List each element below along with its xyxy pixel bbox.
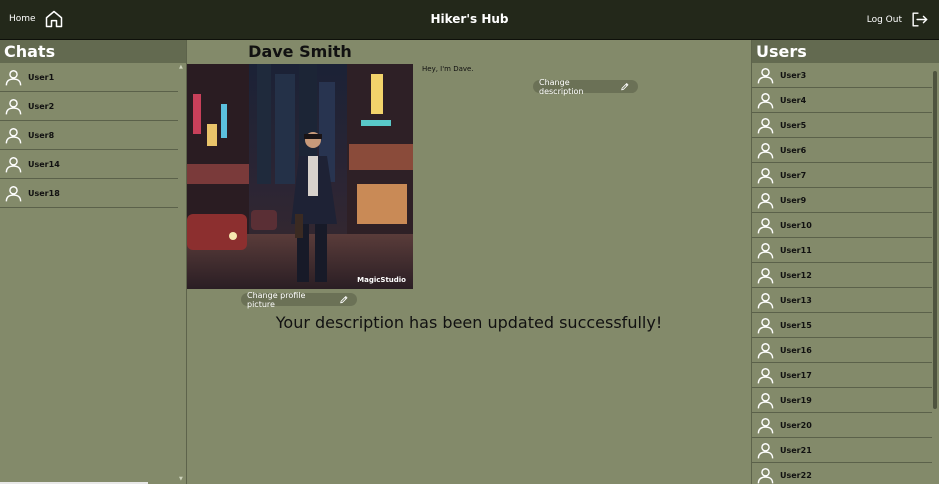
user-item-label: User12	[780, 270, 812, 280]
logout-button[interactable]: Log Out	[867, 10, 929, 29]
user-icon	[757, 167, 774, 183]
user-item-label: User15	[780, 320, 812, 330]
user-icon	[757, 142, 774, 158]
user-icon	[757, 92, 774, 108]
picture-watermark: MagicStudio	[357, 276, 406, 284]
user-item-label: User17	[780, 370, 812, 380]
profile-photo-image	[187, 64, 413, 289]
profile-picture: MagicStudio	[187, 64, 413, 289]
user-icon	[5, 156, 22, 172]
user-icon	[757, 67, 774, 83]
user-icon	[757, 217, 774, 233]
top-bar: Home Hiker's Hub Log Out	[0, 0, 939, 40]
user-list: User3 User4 User5 User6 User7 User9 User…	[752, 63, 939, 484]
user-icon	[757, 442, 774, 458]
success-message: Your description has been updated succes…	[275, 313, 663, 332]
user-list-item[interactable]: User5	[752, 113, 932, 138]
chat-item-label: User2	[28, 101, 55, 111]
user-item-label: User11	[780, 245, 812, 255]
user-item-label: User6	[780, 145, 807, 155]
user-list-item[interactable]: User4	[752, 88, 932, 113]
user-item-label: User16	[780, 345, 812, 355]
chat-item[interactable]: User1	[0, 63, 178, 92]
logout-label: Log Out	[866, 14, 902, 25]
user-item-label: User13	[780, 295, 812, 305]
scroll-down-arrow-icon[interactable]: ▼	[179, 476, 183, 482]
user-item-label: User19	[780, 395, 812, 405]
change-description-button[interactable]: Change description	[533, 77, 638, 96]
user-icon	[757, 467, 774, 483]
chat-item[interactable]: User18	[0, 179, 178, 208]
user-list-item[interactable]: User10	[752, 213, 932, 238]
user-list-item[interactable]: User17	[752, 363, 932, 388]
user-icon	[5, 98, 22, 114]
user-item-label: User7	[780, 170, 807, 180]
user-list-item[interactable]: User15	[752, 313, 932, 338]
app-title: Hiker's Hub	[430, 12, 509, 26]
user-icon	[757, 267, 774, 283]
users-title: Users	[752, 40, 939, 63]
user-item-label: User9	[780, 195, 807, 205]
change-description-label: Change description	[539, 77, 584, 96]
users-scrollbar[interactable]	[932, 63, 938, 484]
user-icon	[757, 317, 774, 333]
user-icon	[5, 127, 22, 143]
user-icon	[5, 69, 22, 85]
chats-title: Chats	[0, 40, 186, 63]
user-list-item[interactable]: User7	[752, 163, 932, 188]
user-list-item[interactable]: User16	[752, 338, 932, 363]
chat-item[interactable]: User2	[0, 92, 178, 121]
user-list-item[interactable]: User3	[752, 63, 932, 88]
logout-icon	[912, 12, 928, 27]
user-list-item[interactable]: User12	[752, 263, 932, 288]
chat-item-label: User1	[28, 72, 55, 82]
pencil-icon	[621, 83, 629, 91]
user-item-label: User20	[780, 420, 812, 430]
chat-list: User1 User2 User8 User14 User18	[0, 63, 186, 208]
change-picture-label: Change profile picture	[247, 290, 306, 309]
user-icon	[5, 185, 22, 201]
chat-item-label: User14	[28, 159, 60, 169]
chat-item-label: User8	[28, 130, 55, 140]
user-item-label: User22	[780, 470, 812, 480]
user-list-item[interactable]: User22	[752, 463, 932, 484]
users-panel: Users User3 User4 User5 User6 User7 User…	[751, 40, 939, 484]
scroll-up-arrow-icon[interactable]: ▲	[179, 64, 183, 70]
user-icon	[757, 192, 774, 208]
user-icon	[757, 292, 774, 308]
user-icon	[757, 242, 774, 258]
profile-description: Hey, I'm Dave.	[422, 65, 474, 73]
user-list-item[interactable]: User11	[752, 238, 932, 263]
user-icon	[757, 367, 774, 383]
user-list-item[interactable]: User20	[752, 413, 932, 438]
change-profile-picture-button[interactable]: Change profile picture	[241, 290, 357, 309]
user-list-item[interactable]: User6	[752, 138, 932, 163]
user-list-item[interactable]: User9	[752, 188, 932, 213]
chat-item-label: User18	[28, 188, 60, 198]
user-item-label: User4	[780, 95, 807, 105]
user-list-item[interactable]: User13	[752, 288, 932, 313]
chats-panel: Chats User1 User2 User8 User14 User18 ▲ …	[0, 40, 187, 484]
user-icon	[757, 417, 774, 433]
user-item-label: User10	[780, 220, 812, 230]
chats-scrollbar[interactable]: ▲ ▼	[178, 63, 186, 484]
chat-item[interactable]: User8	[0, 121, 178, 150]
user-icon	[757, 342, 774, 358]
user-icon	[757, 117, 774, 133]
user-item-label: User3	[780, 70, 807, 80]
user-list-item[interactable]: User19	[752, 388, 932, 413]
user-list-item[interactable]: User21	[752, 438, 932, 463]
user-item-label: User5	[780, 120, 807, 130]
pencil-icon	[340, 296, 348, 304]
user-icon	[757, 392, 774, 408]
user-item-label: User21	[780, 445, 812, 455]
profile-name: Dave Smith	[248, 42, 352, 61]
chat-item[interactable]: User14	[0, 150, 178, 179]
users-scrollbar-thumb[interactable]	[933, 71, 937, 409]
